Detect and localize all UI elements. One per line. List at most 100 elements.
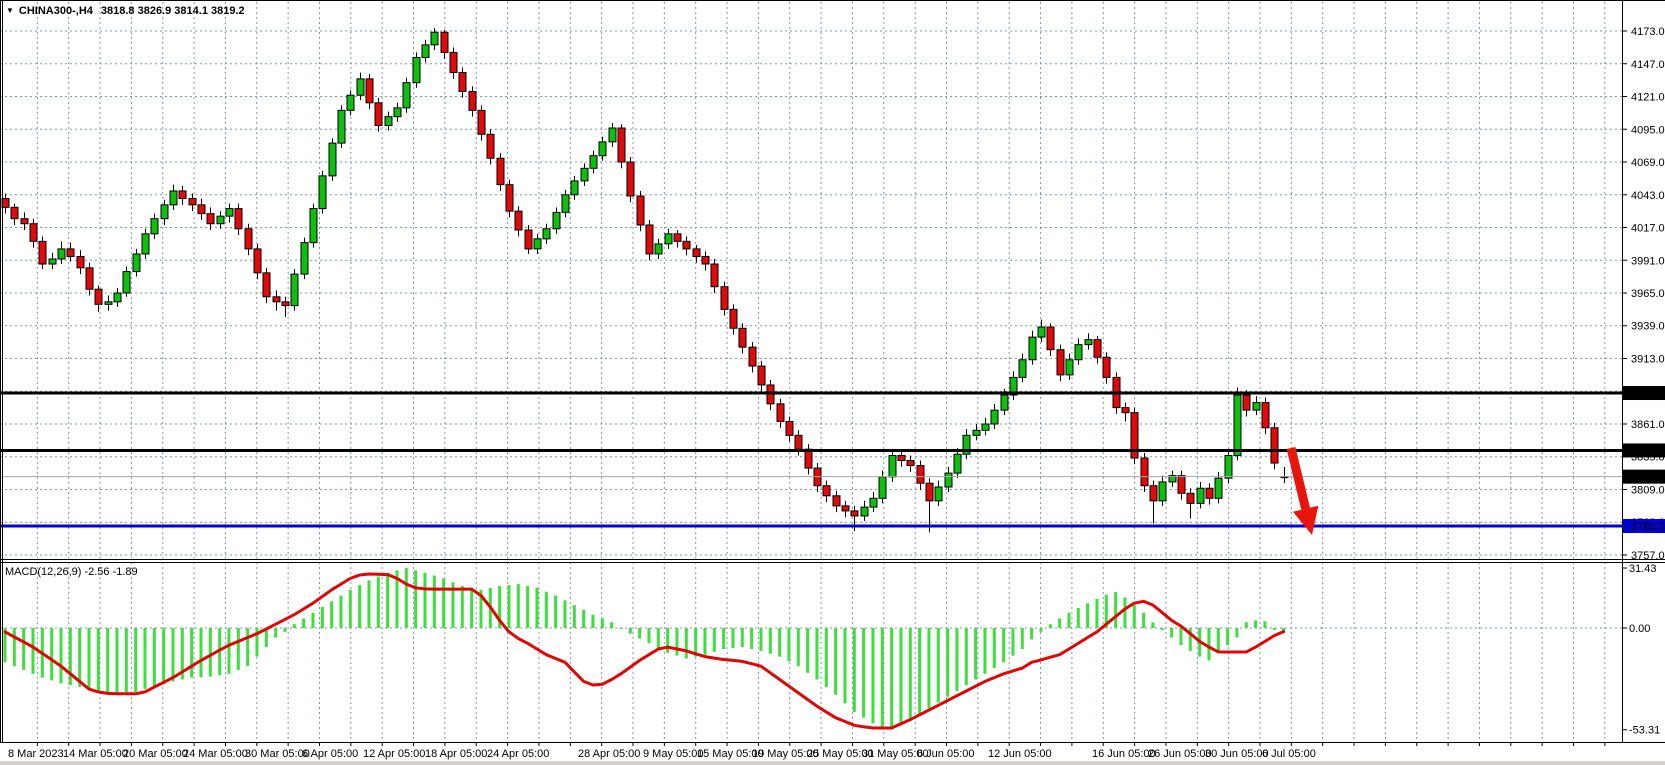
time-tick-label: 26 Jun 05:00 (1148, 748, 1212, 760)
macd-scale-label: -53.31 (1629, 725, 1660, 737)
bull-candle (869, 497, 878, 508)
svg-text:3840.0: 3840.0 (1631, 445, 1665, 457)
bull-candle (860, 506, 869, 517)
symbol-name: CHINA300-,H4 (18, 5, 93, 17)
bear-candle (1177, 475, 1186, 494)
bear-candle (440, 31, 449, 53)
bull-candle (598, 141, 607, 157)
bear-candle (1205, 487, 1214, 499)
time-tick-label: 6 Apr 05:00 (302, 748, 358, 760)
bull-candle (132, 253, 141, 273)
bull-candle (337, 109, 346, 144)
price-tick-label: 3809.0 (1631, 484, 1665, 496)
bear-candle (1149, 485, 1158, 502)
bull-candle (1252, 402, 1261, 411)
price-tick-label: 4147.0 (1631, 59, 1665, 71)
bull-candle (318, 175, 327, 210)
bull-candle (48, 258, 57, 265)
bear-candle (374, 102, 383, 126)
bear-candle (458, 72, 467, 92)
bear-candle (253, 248, 262, 274)
price-tick-label: 4095.0 (1631, 124, 1665, 136)
bull-candle (953, 453, 962, 474)
bull-candle (1196, 487, 1205, 504)
bear-candle (365, 78, 374, 104)
bear-candle (832, 495, 841, 507)
bull-candle (141, 233, 150, 255)
bear-candle (841, 505, 850, 512)
bear-candle (710, 263, 719, 288)
bull-candle (552, 211, 561, 230)
bull-candle (944, 472, 953, 488)
bull-candle (972, 429, 981, 436)
svg-text:3819.2: 3819.2 (1631, 472, 1665, 484)
bear-candle (925, 482, 934, 502)
price-tick-label: 4043.0 (1631, 190, 1665, 202)
axis-strip-background (1622, 0, 1665, 765)
symbol-ohlc-header: ▼ CHINA300-,H4 3818.8 3826.9 3814.1 3819.2 (6, 5, 245, 17)
bear-candle (645, 224, 654, 255)
macd-scale-label: 31.43 (1629, 563, 1657, 575)
bear-candle (1102, 356, 1111, 378)
bear-candle (1093, 339, 1102, 358)
bull-candle (328, 142, 337, 177)
bear-candle (486, 133, 495, 159)
bear-candle (1046, 326, 1055, 351)
bear-candle (906, 460, 915, 467)
price-tick-label: 4121.0 (1631, 92, 1665, 104)
bear-candle (477, 109, 486, 135)
bear-candle (636, 195, 645, 226)
bull-candle (150, 218, 159, 235)
bear-candle (206, 213, 215, 225)
price-tick-label: 3913.0 (1631, 353, 1665, 365)
bear-candle (757, 365, 766, 386)
bull-candle (122, 271, 131, 294)
bear-candle (701, 255, 710, 265)
bull-candle (990, 409, 999, 425)
bull-candle (580, 167, 589, 182)
bull-candle (1037, 326, 1046, 338)
svg-text:3780.0: 3780.0 (1631, 521, 1665, 533)
bear-candle (1186, 492, 1195, 504)
bear-candle (1270, 427, 1279, 464)
bull-candle (654, 243, 663, 255)
price-tick-label: 4173.0 (1631, 26, 1665, 38)
bear-candle (692, 248, 701, 257)
time-tick-label: 24 Apr 05:00 (487, 748, 549, 760)
bull-candle (1000, 394, 1009, 411)
bear-candle (272, 296, 281, 303)
bull-candle (934, 486, 943, 502)
bear-candle (20, 218, 29, 225)
bear-candle (496, 157, 505, 186)
price-tag-3780.0: 3780.0 (1623, 519, 1665, 534)
bull-candle (216, 215, 225, 225)
bear-candle (234, 208, 243, 230)
time-tick-label: 30 Jun 05:00 (1205, 748, 1269, 760)
bear-candle (822, 485, 831, 497)
bull-candle (300, 242, 309, 275)
bear-candle (738, 327, 747, 348)
time-tick-label: 12 Apr 05:00 (363, 748, 425, 760)
bull-candle (225, 208, 234, 217)
bull-candle (1018, 359, 1027, 378)
symbol-dropdown-icon[interactable]: ▼ (6, 6, 14, 15)
svg-text:3885.6: 3885.6 (1631, 388, 1665, 400)
bull-candle (290, 273, 299, 307)
bear-candle (66, 248, 75, 257)
bull-candle (1158, 481, 1167, 502)
bear-candle (244, 228, 253, 250)
price-chart-canvas[interactable]: 4173.0 4147.0 4121.0 4095.0 4069.0 4043.0 4017… (0, 0, 1665, 765)
bull-candle (1074, 344, 1083, 361)
bull-candle (169, 190, 178, 206)
bear-candle (916, 465, 925, 484)
bear-candle (1140, 457, 1149, 487)
bull-candle (346, 94, 355, 111)
bull-candle (1233, 394, 1242, 456)
bull-candle (589, 155, 598, 169)
price-tick-label: 3861.0 (1631, 419, 1665, 431)
price-tick-label: 4017.0 (1631, 223, 1665, 235)
bull-candle (664, 233, 673, 245)
bear-candle (1121, 407, 1130, 414)
bear-candle (1, 198, 10, 208)
bull-candle (384, 116, 393, 126)
